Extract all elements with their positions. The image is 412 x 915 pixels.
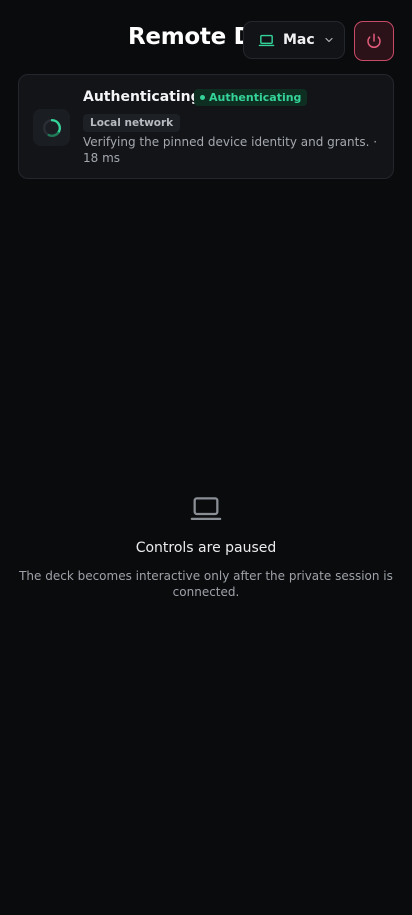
status-badge: Authenticating [194,89,308,106]
laptop-icon [189,492,223,526]
page-title: Remote Deck [128,24,252,50]
status-description: Verifying the pinned device identity and… [83,135,378,165]
status-title: Authenticating [83,89,201,105]
loading-spinner-icon [41,117,63,139]
app-screen: Remote Deck Mac [0,0,412,915]
status-dot-icon [200,95,205,100]
device-select[interactable]: Mac [243,21,345,59]
empty-state-description: The deck becomes interactive only after … [19,569,393,599]
device-select-label: Mac [283,32,315,48]
power-button[interactable] [354,21,394,61]
network-chip: Local network [83,114,181,132]
spinner [33,109,70,146]
empty-state-title: Controls are paused [135,540,277,556]
empty-state: Controls are paused The deck becomes int… [0,492,412,600]
connection-status-card: Authenticating Authenticating Local netw… [18,74,394,179]
laptop-icon [258,32,275,49]
status-badge-label: Authenticating [209,91,302,104]
chevron-down-icon [323,34,335,46]
header: Remote Deck Mac [0,0,412,74]
power-icon [365,32,383,50]
